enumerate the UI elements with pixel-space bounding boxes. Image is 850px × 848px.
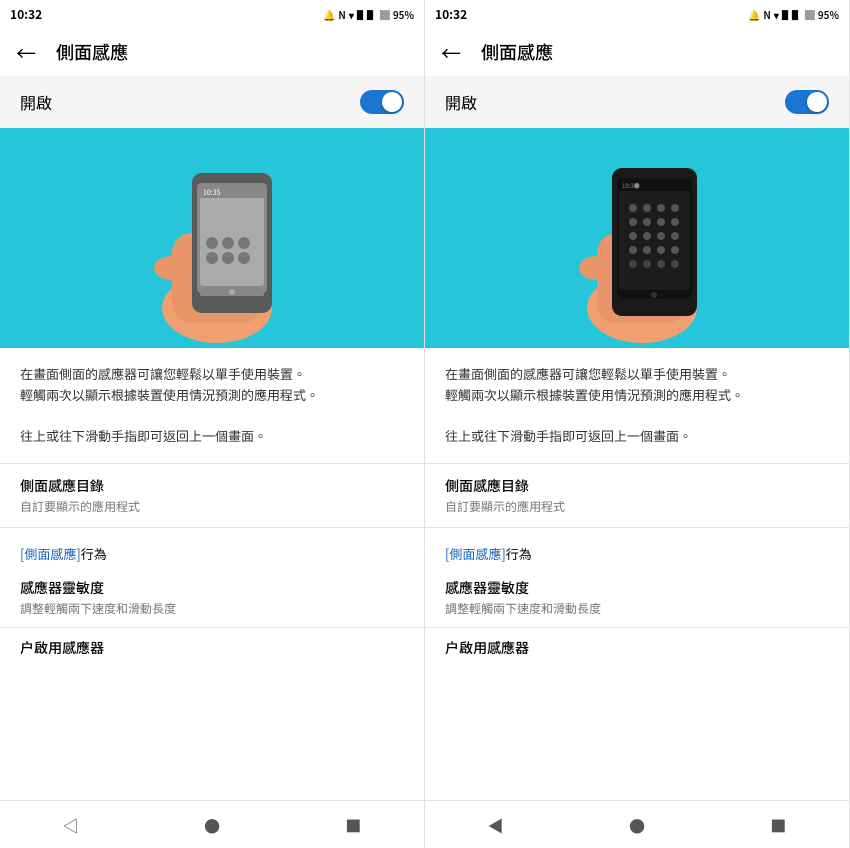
link-blue-left[interactable]: [側面感應] <box>20 544 81 563</box>
sensitivity-title-right: 感應器靈敏度 <box>445 578 829 598</box>
illustration-left: 10:35 <box>0 128 424 348</box>
svg-text:10:3●: 10:3● <box>622 181 640 190</box>
link-section-left: [側面感應]行為 <box>0 527 424 568</box>
menu-item-title-right: 側面感應目錄 <box>445 476 829 496</box>
toggle-switch-right[interactable] <box>785 90 829 114</box>
status-bar-left: 10:32 🔔 N ▾ ▋▋ ▓ 95% <box>0 0 424 28</box>
nfc-icon: N <box>338 7 345 22</box>
toggle-label-left: 開啟 <box>20 90 52 114</box>
notification-icon-r: 🔔 <box>748 7 760 22</box>
toggle-switch-left[interactable] <box>360 90 404 114</box>
right-panel: 10:32 🔔 N ▾ ▋▋ ▓ 95% ← 側面感應 開啟 <box>425 0 850 848</box>
desc-line1-left: 在畫面側面的感應器可讓您輕鬆以單手使用裝置。 <box>20 364 404 385</box>
desc-line4-right: 往上或往下滑動手指即可返回上一個畫面。 <box>445 426 829 447</box>
bottom-nav-right: ◀ ● ■ <box>425 800 849 848</box>
nfc-icon-r: N <box>763 7 770 22</box>
menu-item-title-left: 側面感應目錄 <box>20 476 404 496</box>
nav-recent-left[interactable]: ■ <box>325 805 381 845</box>
page-title-left: 側面感應 <box>56 39 128 65</box>
sensitivity-sub-left: 調整輕觸兩下速度和滑動長度 <box>20 600 404 617</box>
back-button-left[interactable]: ← <box>16 38 36 67</box>
status-time-right: 10:32 <box>435 6 467 23</box>
desc-line2-right: 輕觸兩次以顯示根據裝置使用情況預測的應用程式。 <box>445 385 829 406</box>
wifi-icon-r: ▾ <box>774 7 779 22</box>
notification-icon: 🔔 <box>323 7 335 22</box>
menu-item-sub-left: 自訂要顯示的應用程式 <box>20 498 404 515</box>
page-title-right: 側面感應 <box>481 39 553 65</box>
phone-illustration-left: 10:35 <box>112 133 312 343</box>
battery-pct-right: 95% <box>818 7 839 22</box>
menu-item-sub-right: 自訂要顯示的應用程式 <box>445 498 829 515</box>
nav-home-left[interactable]: ● <box>184 805 240 845</box>
menu-item-catalog-right[interactable]: 側面感應目錄 自訂要顯示的應用程式 <box>425 463 849 527</box>
sensitivity-sub-right: 調整輕觸兩下速度和滑動長度 <box>445 600 829 617</box>
wifi-icon: ▾ <box>349 7 354 22</box>
illustration-right: 10:3● <box>425 128 849 348</box>
top-bar-right: ← 側面感應 <box>425 28 849 76</box>
nav-recent-right[interactable]: ■ <box>750 805 806 845</box>
enable-item-right[interactable]: 户啟用感應器 <box>425 627 849 668</box>
desc-line4-left: 往上或往下滑動手指即可返回上一個畫面。 <box>20 426 404 447</box>
nav-back-left[interactable]: ◁ <box>43 805 99 845</box>
battery-pct-left: 95% <box>393 7 414 22</box>
phone-illustration-right: 10:3● <box>537 133 737 343</box>
toggle-row-left: 開啟 <box>0 76 424 128</box>
enable-title-left: 户啟用感應器 <box>20 638 404 658</box>
description-left: 在畫面側面的感應器可讓您輕鬆以單手使用裝置。 輕觸兩次以顯示根據裝置使用情況預測… <box>0 348 424 463</box>
top-bar-left: ← 側面感應 <box>0 28 424 76</box>
battery-icon: ▓ <box>380 7 390 22</box>
enable-title-right: 户啟用感應器 <box>445 638 829 658</box>
battery-icon-r: ▓ <box>805 7 815 22</box>
status-bar-right: 10:32 🔔 N ▾ ▋▋ ▓ 95% <box>425 0 849 28</box>
desc-line2-left: 輕觸兩次以顯示根據裝置使用情況預測的應用程式。 <box>20 385 404 406</box>
description-right: 在畫面側面的感應器可讓您輕鬆以單手使用裝置。 輕觸兩次以顯示根據裝置使用情況預測… <box>425 348 849 463</box>
status-time-left: 10:32 <box>10 6 42 23</box>
sensitivity-title-left: 感應器靈敏度 <box>20 578 404 598</box>
link-normal-left: 行為 <box>81 544 107 563</box>
toggle-label-right: 開啟 <box>445 90 477 114</box>
sensitivity-item-left[interactable]: 感應器靈敏度 調整輕觸兩下速度和滑動長度 <box>0 568 424 627</box>
back-button-right[interactable]: ← <box>441 38 461 67</box>
enable-item-left[interactable]: 户啟用感應器 <box>0 627 424 668</box>
nav-home-right[interactable]: ● <box>609 805 665 845</box>
link-blue-right[interactable]: [側面感應] <box>445 544 506 563</box>
bottom-nav-left: ◁ ● ■ <box>0 800 424 848</box>
status-icons-left: 🔔 N ▾ ▋▋ ▓ 95% <box>323 7 414 22</box>
nav-back-right[interactable]: ◀ <box>468 805 524 845</box>
link-normal-right: 行為 <box>506 544 532 563</box>
signal-icon-r: ▋▋ <box>782 7 802 22</box>
toggle-row-right: 開啟 <box>425 76 849 128</box>
svg-text:10:35: 10:35 <box>203 188 221 198</box>
signal-icon: ▋▋ <box>357 7 377 22</box>
sensitivity-item-right[interactable]: 感應器靈敏度 調整輕觸兩下速度和滑動長度 <box>425 568 849 627</box>
menu-item-catalog-left[interactable]: 側面感應目錄 自訂要顯示的應用程式 <box>0 463 424 527</box>
left-panel: 10:32 🔔 N ▾ ▋▋ ▓ 95% ← 側面感應 開啟 <box>0 0 425 848</box>
desc-line1-right: 在畫面側面的感應器可讓您輕鬆以單手使用裝置。 <box>445 364 829 385</box>
link-section-right: [側面感應]行為 <box>425 527 849 568</box>
status-icons-right: 🔔 N ▾ ▋▋ ▓ 95% <box>748 7 839 22</box>
